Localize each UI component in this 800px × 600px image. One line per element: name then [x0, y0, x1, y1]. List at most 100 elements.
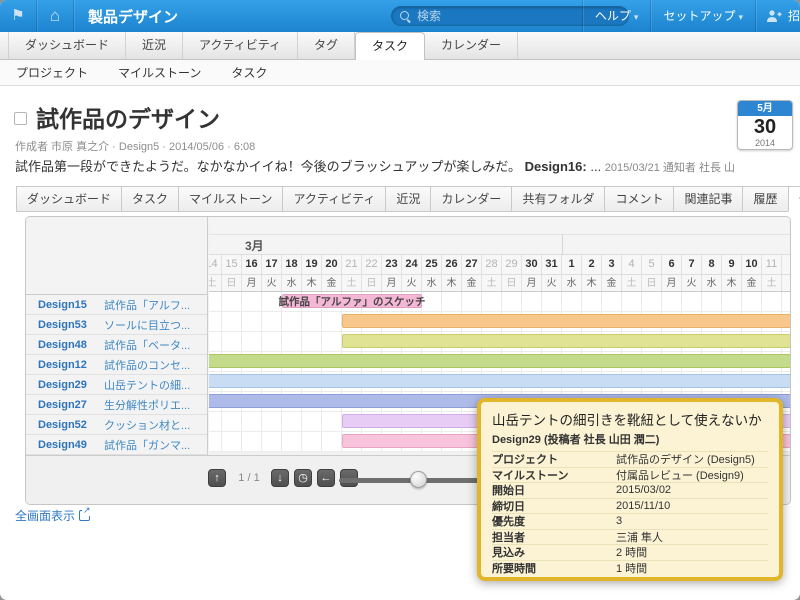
home-icon[interactable]: ⌂ [37, 0, 73, 32]
tooltip-field-label: マイルストーン [492, 467, 616, 483]
main-tab[interactable]: 近況 [126, 32, 183, 59]
day-cell: 31 [542, 255, 562, 274]
sub-nav-item[interactable]: プロジェクト [16, 64, 88, 81]
task-id-link[interactable]: Design53 [38, 319, 104, 331]
gantt-bar-label: 試作品「アルファ」のスケッチ [279, 294, 426, 309]
detail-tab-bar: ダッシュボードタスクマイルストーンアクティビティ近況カレンダー共有フォルダコメン… [16, 186, 800, 212]
day-cell: 5 [642, 255, 662, 274]
task-id-link[interactable]: Design52 [38, 419, 104, 431]
weekday-cell: 金 [462, 275, 482, 292]
weekday-cell: 木 [582, 275, 602, 292]
task-row: Design27生分解性ポリエ... [26, 395, 207, 415]
weekday-cell: 日 [222, 275, 242, 292]
gantt-bar[interactable]: 試作品「アルファ」のスケッチ [282, 294, 422, 308]
detail-tab[interactable]: マイルストーン [178, 186, 283, 212]
sub-nav-item[interactable]: タスク [231, 64, 267, 81]
tooltip-field-value: 1 時間 [616, 560, 647, 576]
task-id-link[interactable]: Design29 [38, 379, 104, 391]
task-id-link[interactable]: Design27 [38, 399, 104, 411]
weekday-cell: 日 [642, 275, 662, 292]
sub-nav-item[interactable]: マイルストーン [118, 64, 201, 81]
weekday-cell: 月 [662, 275, 682, 292]
task-title-link[interactable]: 試作品「ガンマ... [104, 437, 200, 453]
weekday-cell: 火 [402, 275, 422, 292]
task-title-link[interactable]: ソールに目立つ... [104, 317, 200, 333]
fullscreen-link[interactable]: 全画面表示 [15, 507, 90, 524]
invite-menu[interactable]: 招 [786, 0, 800, 32]
gantt-row [209, 312, 791, 332]
tooltip-field-label: プロジェクト [492, 451, 616, 467]
task-row: Design53ソールに目立つ... [26, 315, 207, 335]
task-row: Design52クッション材と... [26, 415, 207, 435]
detail-tab[interactable]: 共有フォルダ [511, 186, 605, 212]
day-cell: 28 [482, 255, 502, 274]
help-menu[interactable]: ヘルプ▾ [583, 0, 651, 33]
invite-user-icon[interactable] [766, 9, 782, 23]
gantt-bar[interactable] [209, 374, 791, 388]
detail-tab[interactable]: コメント [604, 186, 674, 212]
task-row: Design29山岳テントの細... [26, 375, 207, 395]
day-cell: 1 [562, 255, 582, 274]
task-title-link[interactable]: クッション材と... [104, 417, 200, 433]
zoom-slider-handle[interactable] [410, 471, 427, 488]
task-id-link[interactable]: Design48 [38, 339, 104, 351]
gantt-row [209, 372, 791, 392]
day-cell: 10 [742, 255, 762, 274]
scroll-down-button[interactable]: ↓ [271, 469, 289, 487]
main-tab[interactable]: アクティビティ [183, 32, 298, 59]
chevron-down-icon: ▾ [634, 12, 639, 22]
task-id-link[interactable]: Design49 [38, 439, 104, 451]
scroll-up-button[interactable]: ↑ [208, 469, 226, 487]
weekday-cell: 金 [602, 275, 622, 292]
setup-menu[interactable]: セットアップ▾ [651, 0, 755, 33]
weekday-cell: 土 [342, 275, 362, 292]
tooltip-field-value: 2015/03/02 [616, 484, 671, 496]
detail-tab[interactable]: 履歴 [742, 186, 788, 212]
gantt-bar[interactable] [342, 314, 791, 328]
task-title-link[interactable]: 山岳テントの細... [104, 377, 200, 393]
flag-icon[interactable]: ⚑ [0, 0, 36, 32]
date-badge-day: 30 [738, 116, 792, 138]
detail-tab[interactable]: タスク [121, 186, 179, 212]
date-badge: 5月 30 2014 [737, 100, 793, 150]
detail-tab[interactable]: チャート [788, 186, 800, 212]
task-title-link[interactable]: 生分解性ポリエ... [104, 397, 200, 413]
weekday-cell: 火 [682, 275, 702, 292]
task-title-link[interactable]: 試作品「アルフ... [104, 297, 200, 313]
task-id-link[interactable]: Design15 [38, 299, 104, 311]
weekday-cell: 水 [562, 275, 582, 292]
main-tab[interactable]: タスク [355, 32, 425, 60]
month-divider [562, 235, 563, 255]
task-title-link[interactable]: 試作品「ベータ... [104, 337, 200, 353]
task-tooltip: 山岳テントの細引きを靴紐として使えないか Design29 (投稿者 社長 山田… [477, 398, 783, 581]
top-bar: ⚑ ⌂ 製品デザイン ヘルプ▾ セットアップ▾ 招 [0, 0, 800, 32]
main-tab[interactable]: タグ [298, 32, 355, 59]
day-cell: 25 [422, 255, 442, 274]
weekday-cell: 月 [242, 275, 262, 292]
external-link-icon [79, 510, 90, 521]
tooltip-field-label: 優先度 [492, 513, 616, 529]
day-cell: 15 [222, 255, 242, 274]
detail-tab[interactable]: 近況 [385, 186, 431, 212]
day-cell: 2 [582, 255, 602, 274]
task-row: Design12試作品のコンセ... [26, 355, 207, 375]
detail-tab[interactable]: ダッシュボード [16, 186, 122, 212]
main-tab[interactable]: ダッシュボード [8, 32, 126, 59]
scroll-left-button[interactable]: ← [317, 469, 335, 487]
detail-tab[interactable]: 関連記事 [673, 186, 743, 212]
gantt-bar[interactable] [209, 354, 791, 368]
weekday-cell: 水 [282, 275, 302, 292]
weekday-cell: 月 [382, 275, 402, 292]
tooltip-field-row: 所要時間1 時間 [492, 560, 768, 576]
detail-tab[interactable]: カレンダー [430, 186, 512, 212]
task-row: Design48試作品「ベータ... [26, 335, 207, 355]
today-button[interactable]: ◷ [294, 469, 312, 487]
issue-description: 試作品第一段ができたようだ。なかなかイイね！今後のブラッシュアップが楽しみだ。 … [15, 156, 735, 175]
detail-tab[interactable]: アクティビティ [282, 186, 386, 212]
issue-ref[interactable]: Design16: [525, 159, 587, 174]
gantt-bar[interactable] [342, 334, 791, 348]
main-tab[interactable]: カレンダー [425, 32, 518, 59]
task-id-link[interactable]: Design12 [38, 359, 104, 371]
task-title-link[interactable]: 試作品のコンセ... [104, 357, 200, 373]
issue-checkbox[interactable] [14, 112, 27, 125]
